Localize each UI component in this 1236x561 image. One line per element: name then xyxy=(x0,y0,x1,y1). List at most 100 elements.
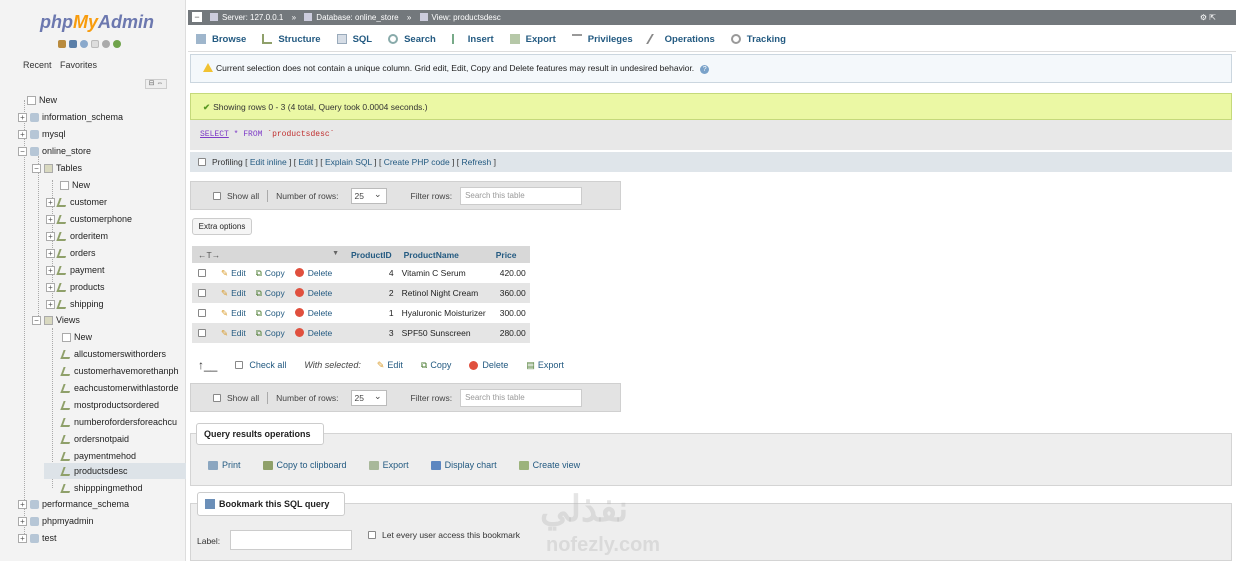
tree-db-phpmyadmin[interactable]: + phpmyadmin xyxy=(18,513,94,529)
tab-tracking[interactable]: Tracking xyxy=(730,34,786,45)
rows-per-page-select[interactable]: 25 xyxy=(350,389,387,406)
row-checkbox[interactable] xyxy=(198,328,206,337)
tree-view-item[interactable]: mostproductsordered xyxy=(60,397,159,413)
bulk-export-button[interactable]: ▤ Export xyxy=(526,360,564,371)
cell-price[interactable]: 360.00 xyxy=(489,283,530,303)
copy-row-button[interactable]: ⧉ Copy xyxy=(251,308,290,318)
create-view-link[interactable]: Create view xyxy=(518,460,580,470)
help-icon[interactable] xyxy=(80,40,88,48)
bookmark-label-input[interactable] xyxy=(230,530,352,550)
sql-select-keyword[interactable]: SELECT xyxy=(200,130,229,139)
tab-privileges[interactable]: Privileges xyxy=(571,34,633,45)
collapse-icon[interactable]: − xyxy=(18,146,27,156)
explain-sql-link[interactable]: Explain SQL xyxy=(325,157,372,167)
minimize-icon[interactable]: − xyxy=(192,12,202,22)
rows-per-page-select[interactable]: 25 xyxy=(350,187,387,204)
cell-productname[interactable]: Vitamin C Serum xyxy=(397,263,490,283)
delete-row-button[interactable]: Delete xyxy=(290,307,338,318)
delete-row-button[interactable]: Delete xyxy=(290,267,338,278)
collapse-all-button[interactable]: ⊟ ⇔ xyxy=(145,79,167,89)
edit-row-button[interactable]: ✎ Edit xyxy=(216,308,251,318)
cell-productid[interactable]: 4 xyxy=(345,263,398,283)
show-all-checkbox[interactable] xyxy=(213,191,221,200)
tree-view-item[interactable]: customerhavemorethanph xyxy=(60,363,179,379)
cell-productid[interactable]: 3 xyxy=(345,323,398,343)
tree-new-database[interactable]: New xyxy=(27,92,57,108)
tab-insert[interactable]: Insert xyxy=(451,34,494,45)
tree-table-products[interactable]: + products xyxy=(46,279,105,295)
profiling-checkbox[interactable] xyxy=(198,158,206,166)
cell-productname[interactable]: SPF50 Sunscreen xyxy=(397,323,490,343)
export-link[interactable]: Export xyxy=(368,460,409,470)
cell-productname[interactable]: Retinol Night Cream xyxy=(397,283,490,303)
edit-inline-link[interactable]: Edit inline xyxy=(250,157,287,167)
print-link[interactable]: Print xyxy=(208,460,241,470)
edit-link[interactable]: Edit xyxy=(298,157,313,167)
edit-row-button[interactable]: ✎ Edit xyxy=(216,288,251,298)
expand-icon[interactable]: + xyxy=(46,282,55,292)
share-bookmark-option[interactable]: Let every user access this bookmark xyxy=(368,530,520,540)
copy-to-clipboard-link[interactable]: Copy to clipboard xyxy=(262,460,347,470)
extra-options-button[interactable]: Extra options xyxy=(192,218,252,235)
cell-productid[interactable]: 2 xyxy=(345,283,398,303)
tab-search[interactable]: Search xyxy=(388,34,436,45)
breadcrumb-database[interactable]: Database: online_store xyxy=(316,13,398,22)
tree-view-item-selected[interactable]: productsdesc xyxy=(44,463,186,479)
tree-table-shipping[interactable]: + shipping xyxy=(46,296,104,312)
expand-icon[interactable]: + xyxy=(18,112,27,122)
expand-icon[interactable]: + xyxy=(18,533,27,543)
edit-row-button[interactable]: ✎ Edit xyxy=(216,268,251,278)
tree-view-item[interactable]: allcustomerswithorders xyxy=(60,346,166,362)
phpmyadmin-logo[interactable]: phpMyAdmin xyxy=(40,12,154,33)
copy-row-button[interactable]: ⧉ Copy xyxy=(251,268,290,278)
cell-productid[interactable]: 1 xyxy=(345,303,398,323)
breadcrumb-server[interactable]: Server: 127.0.0.1 xyxy=(222,13,283,22)
copy-row-button[interactable]: ⧉ Copy xyxy=(251,328,290,338)
collapse-icon[interactable]: − xyxy=(32,315,41,325)
expand-icon[interactable]: + xyxy=(18,129,27,139)
reload-icon[interactable] xyxy=(113,40,121,48)
column-header-productid[interactable]: ProductID xyxy=(345,246,398,263)
bulk-copy-button[interactable]: ⧉ Copy xyxy=(421,360,451,371)
expand-icon[interactable]: + xyxy=(18,499,27,509)
row-checkbox[interactable] xyxy=(198,308,206,317)
tree-tables-new[interactable]: New xyxy=(60,177,90,193)
settings-gear-icon[interactable]: ⚙ ⇱ xyxy=(1200,10,1216,25)
expand-icon[interactable]: + xyxy=(46,231,55,241)
tree-db-mysql[interactable]: + mysql xyxy=(18,126,66,142)
expand-icon[interactable]: + xyxy=(46,248,55,258)
logout-icon[interactable] xyxy=(69,40,77,48)
tree-db-information-schema[interactable]: + information_schema xyxy=(18,109,123,125)
show-all-checkbox[interactable] xyxy=(213,393,221,402)
tree-db-online-store[interactable]: − online_store xyxy=(18,143,91,159)
bulk-delete-button[interactable]: Delete xyxy=(469,360,508,370)
tree-table-payment[interactable]: + payment xyxy=(46,262,105,278)
edit-row-button[interactable]: ✎ Edit xyxy=(216,328,251,338)
expand-icon[interactable]: + xyxy=(46,197,55,207)
tree-table-customer[interactable]: + customer xyxy=(46,194,107,210)
copy-row-button[interactable]: ⧉ Copy xyxy=(251,288,290,298)
tree-view-item[interactable]: paymentmehod xyxy=(60,448,136,464)
tree-db-test[interactable]: + test xyxy=(18,530,57,546)
tab-sql[interactable]: SQL xyxy=(336,34,372,45)
cell-price[interactable]: 420.00 xyxy=(489,263,530,283)
tab-browse[interactable]: Browse xyxy=(196,34,246,45)
tab-structure[interactable]: Structure xyxy=(262,34,321,45)
expand-icon[interactable]: + xyxy=(46,265,55,275)
docs-icon[interactable] xyxy=(91,40,99,48)
tab-export[interactable]: Export xyxy=(509,34,556,45)
expand-icon[interactable]: + xyxy=(18,516,27,526)
filter-rows-input[interactable]: Search this table xyxy=(460,186,583,205)
tree-db-performance-schema[interactable]: + performance_schema xyxy=(18,496,129,512)
tree-view-item[interactable]: eachcustomerwithlastorde xyxy=(60,380,179,396)
delete-row-button[interactable]: Delete xyxy=(290,287,338,298)
share-bookmark-checkbox[interactable] xyxy=(368,531,376,539)
cell-price[interactable]: 300.00 xyxy=(489,303,530,323)
column-header-price[interactable]: Price xyxy=(489,246,530,263)
favorites-tab[interactable]: Favorites xyxy=(60,60,97,70)
create-php-code-link[interactable]: Create PHP code xyxy=(384,157,450,167)
help-icon[interactable]: ? xyxy=(700,65,710,74)
column-header-productname[interactable]: ProductName xyxy=(397,246,490,263)
row-checkbox[interactable] xyxy=(198,288,206,297)
settings-icon[interactable] xyxy=(102,40,110,48)
